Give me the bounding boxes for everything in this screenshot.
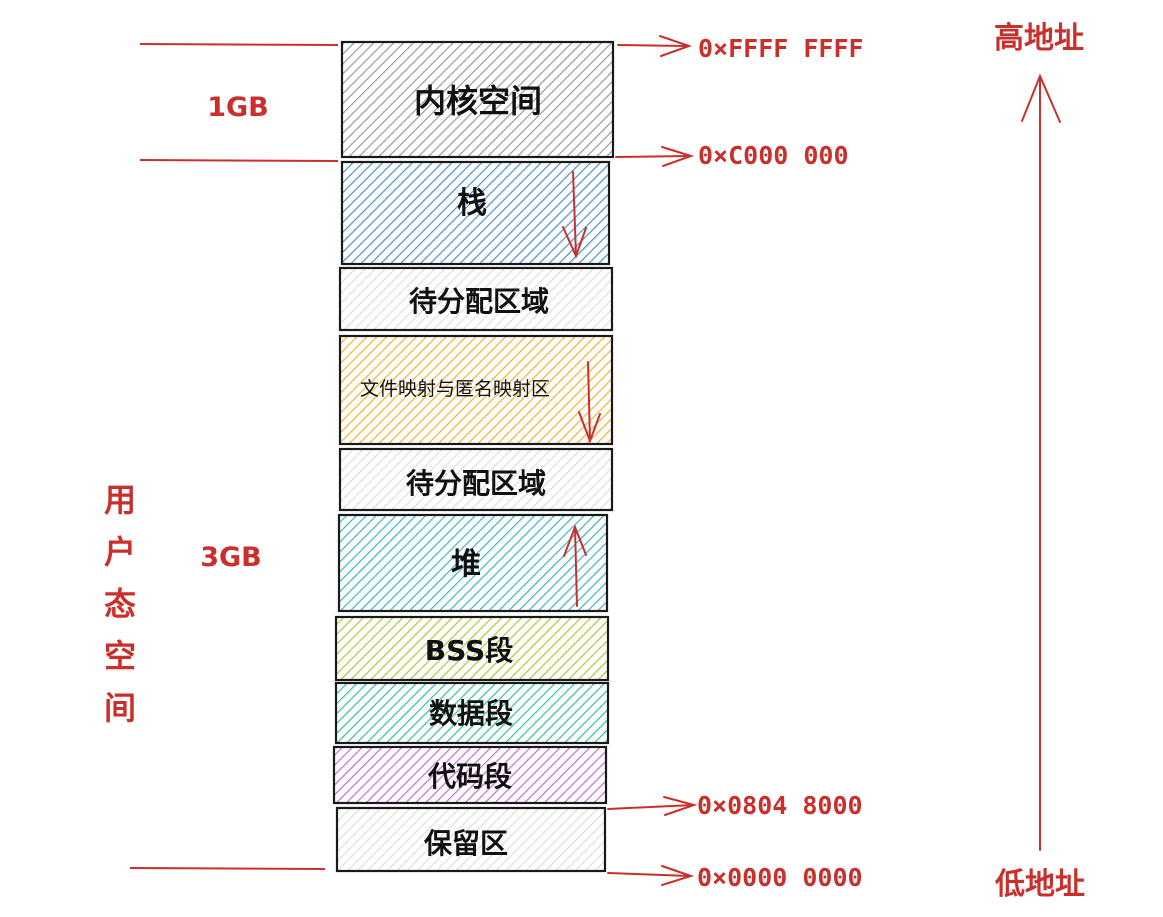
segment-label-code: 代码段 [427,760,512,793]
address-arrow-code-start [607,796,698,816]
segment-unallocated-lower: 待分配区域 [338,447,614,512]
segment-label-unallocated-lower: 待分配区域 [406,467,546,500]
segment-label-mmap: 文件映射与匿名映射区 [360,378,550,400]
segment-stack: 栈 [340,160,611,266]
segment-label-heap: 堆 [451,547,481,582]
segment-label-bss: BSS段 [425,634,513,667]
user-space-label: 用户态空间 [99,483,137,743]
segment-mmap: 文件映射与匿名映射区 [338,334,614,446]
segment-kernel-space: 内核空间 [340,40,615,159]
size-label-kernel: 1GB [207,92,269,123]
address-label-kernel-boundary: 0×C000 000 [698,141,849,170]
address-arrow-bottom [607,865,695,886]
low-address-label: 低地址 [994,867,1085,902]
segment-unallocated-upper: 待分配区域 [338,266,614,332]
segment-label-kernel: 内核空间 [414,82,542,120]
address-axis-arrow [1021,73,1061,851]
address-arrow-kernel-boundary [615,146,695,167]
segment-label-unallocated-upper: 待分配区域 [409,285,549,318]
segment-heap: 堆 [337,513,609,613]
segment-label-reserved: 保留区 [424,827,508,860]
memory-layout-diagram: 内核空间 栈 待分配区域 文件映射与匿名映射区 待分配区域 堆 BSS段 数据段… [99,21,1085,902]
size-label-user: 3GB [200,542,262,573]
address-label-bottom: 0×0000 0000 [697,863,863,892]
segment-reserved: 保留区 [335,806,607,873]
address-label-top: 0×FFFF FFFF [698,34,864,63]
segment-data: 数据段 [334,681,610,745]
segment-bss: BSS段 [334,615,610,682]
segment-code: 代码段 [332,745,608,805]
left-boundary-lines [129,43,339,870]
segment-label-data: 数据段 [429,697,513,730]
high-address-label: 高地址 [994,21,1084,56]
segment-label-stack: 栈 [457,186,487,221]
address-arrow-top [617,35,693,57]
address-label-code-start: 0×0804 8000 [697,791,863,820]
